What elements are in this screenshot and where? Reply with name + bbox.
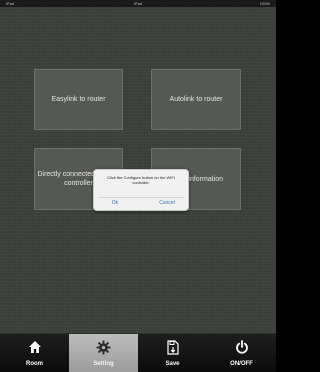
- easylink-router-label: Easylink to router: [51, 96, 106, 103]
- easylink-router-button[interactable]: Easylink to router: [34, 69, 123, 130]
- alert-divider: [98, 197, 184, 198]
- save-icon: [138, 340, 207, 356]
- home-icon: [0, 340, 69, 356]
- battery-label: 100%: [259, 1, 270, 6]
- tab-room[interactable]: Room: [0, 334, 69, 372]
- app-screen: iPad iPad 100% Easylink to router Autoli…: [0, 0, 276, 372]
- alert-message: Click the Configure button on the WIFI c…: [107, 175, 175, 185]
- tab-room-label: Room: [26, 361, 43, 367]
- tab-onoff-label: ON/OFF: [230, 361, 253, 367]
- tab-save-label: Save: [165, 361, 180, 367]
- tab-save[interactable]: Save: [138, 334, 207, 372]
- status-time: iPad: [133, 1, 142, 6]
- alert-dialog: Click the Configure button on the WIFI c…: [93, 169, 189, 211]
- tab-setting-label: Setting: [93, 361, 114, 367]
- gear-icon: [69, 340, 138, 356]
- status-bar: iPad iPad 100%: [0, 0, 276, 7]
- alert-cancel-button[interactable]: Cancel: [152, 200, 182, 206]
- autolink-router-button[interactable]: Autolink to router: [151, 69, 241, 130]
- power-icon: [207, 340, 276, 356]
- tab-bar: Room Setting Save ON/OFF: [0, 333, 276, 372]
- tab-setting[interactable]: Setting: [69, 334, 138, 372]
- autolink-router-label: Autolink to router: [169, 96, 223, 103]
- tab-onoff[interactable]: ON/OFF: [207, 334, 276, 372]
- alert-ok-button[interactable]: Ok: [100, 200, 130, 206]
